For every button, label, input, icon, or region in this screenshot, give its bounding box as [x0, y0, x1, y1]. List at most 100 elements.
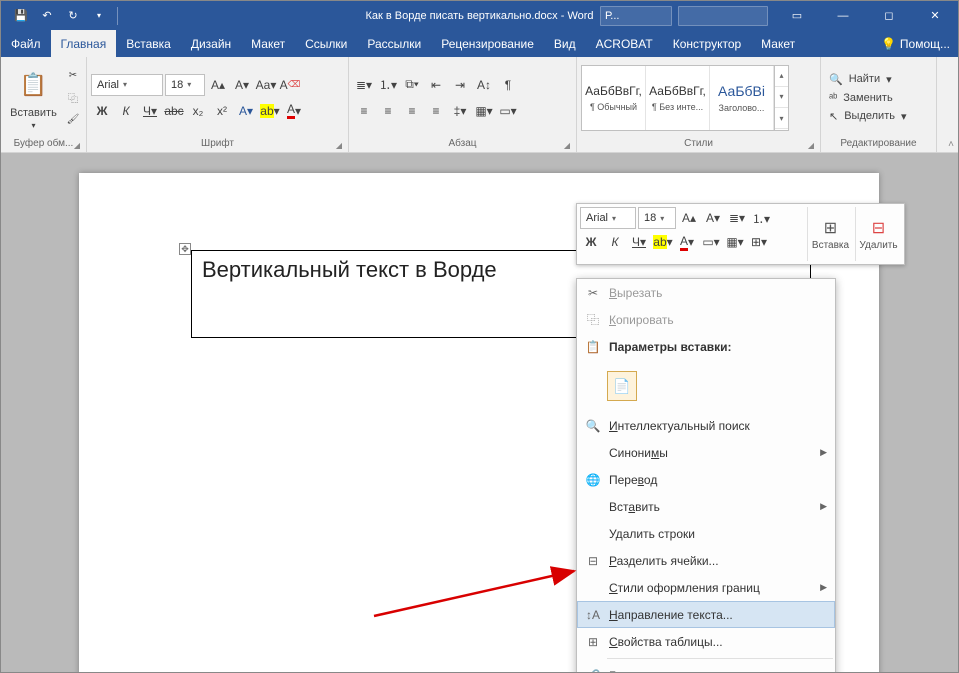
tab-design[interactable]: Дизайн	[181, 30, 241, 57]
tab-constructor[interactable]: Конструктор	[663, 30, 751, 57]
paragraph-launcher-icon[interactable]: ◢	[564, 141, 570, 150]
cut-icon[interactable]: ✂	[64, 67, 82, 85]
decrease-indent-icon[interactable]: ⇤	[425, 74, 447, 96]
show-marks-icon[interactable]: ¶	[497, 74, 519, 96]
ctx-split-cells[interactable]: ⊟ Разделить ячейки...	[577, 547, 835, 574]
ctx-copy[interactable]: ⿻ Копировать	[577, 306, 835, 333]
style-heading[interactable]: АаБбВі Заголово...	[710, 66, 774, 130]
mini-underline-icon[interactable]: Ч▾	[628, 231, 650, 253]
ctx-delete-rows[interactable]: Удалить строки	[577, 520, 835, 547]
mini-italic-button[interactable]: К	[604, 231, 626, 253]
account-pill-2[interactable]	[678, 6, 768, 26]
format-painter-icon[interactable]: 🖌	[64, 111, 82, 129]
ribbon-options-icon[interactable]: ▭	[774, 1, 820, 30]
tab-layout-2[interactable]: Макет	[751, 30, 805, 57]
ctx-smart-lookup[interactable]: 🔍 Интеллектуальный поиск	[577, 412, 835, 439]
style-normal[interactable]: АаБбВвГг, ¶ Обычный	[582, 66, 646, 130]
paste-button[interactable]: 📋 Вставить ▾	[5, 65, 62, 130]
grow-font-icon[interactable]: A▴	[207, 74, 229, 96]
font-launcher-icon[interactable]: ◢	[336, 141, 342, 150]
document-page[interactable]: ✥ Вертикальный текст в Ворде Arial▾ 18▾ …	[79, 173, 879, 672]
replace-button[interactable]: ᵃᵇЗаменить	[827, 90, 909, 106]
account-pill[interactable]: Р...	[600, 6, 672, 26]
tab-file[interactable]: Файл	[1, 30, 51, 57]
multilevel-icon[interactable]: ⧉▾	[401, 74, 423, 96]
justify-icon[interactable]: ≡	[425, 100, 447, 122]
styles-down-icon[interactable]: ▾	[775, 87, 788, 108]
ctx-border-styles[interactable]: Стили оформления границ ▶	[577, 574, 835, 601]
tab-review[interactable]: Рецензирование	[431, 30, 544, 57]
styles-up-icon[interactable]: ▴	[775, 66, 788, 87]
font-name-combo[interactable]: Arial▾	[91, 74, 163, 96]
mini-font-color-icon[interactable]: A▾	[676, 231, 698, 253]
tab-layout[interactable]: Макет	[241, 30, 295, 57]
mini-bold-button[interactable]: Ж	[580, 231, 602, 253]
mini-numbering-icon[interactable]: ⒈▾	[750, 207, 772, 229]
italic-button[interactable]: К	[115, 100, 137, 122]
styles-launcher-icon[interactable]: ◢	[808, 141, 814, 150]
mini-grow-font-icon[interactable]: A▴	[678, 207, 700, 229]
tab-view[interactable]: Вид	[544, 30, 586, 57]
clipboard-launcher-icon[interactable]: ◢	[74, 141, 80, 150]
increase-indent-icon[interactable]: ⇥	[449, 74, 471, 96]
qat-customize-icon[interactable]: ▾	[87, 4, 111, 28]
document-area[interactable]: ✥ Вертикальный текст в Ворде Arial▾ 18▾ …	[1, 153, 958, 672]
styles-more-icon[interactable]: ▾	[775, 108, 788, 129]
align-right-icon[interactable]: ≡	[401, 100, 423, 122]
mini-insert-button[interactable]: ⊞ Вставка	[807, 207, 853, 261]
tab-references[interactable]: Ссылки	[295, 30, 357, 57]
tab-insert[interactable]: Вставка	[116, 30, 181, 57]
font-size-combo[interactable]: 18▾	[165, 74, 205, 96]
mini-borders-icon[interactable]: ▭▾	[700, 231, 722, 253]
mini-size-combo[interactable]: 18▾	[638, 207, 676, 229]
redo-icon[interactable]: ↻	[61, 4, 85, 28]
font-color-icon[interactable]: A▾	[283, 100, 305, 122]
tab-acrobat[interactable]: ACROBAT	[586, 30, 663, 57]
align-center-icon[interactable]: ≡	[377, 100, 399, 122]
numbering-icon[interactable]: ⒈▾	[377, 74, 399, 96]
paste-keep-source-icon[interactable]: 📄	[607, 371, 637, 401]
undo-icon[interactable]: ↶	[35, 4, 59, 28]
text-effects-icon[interactable]: A▾	[235, 100, 257, 122]
mini-bullets-icon[interactable]: ≣▾	[726, 207, 748, 229]
maximize-icon[interactable]: ◻	[866, 1, 912, 30]
ctx-insert[interactable]: Вставить ▶	[577, 493, 835, 520]
ctx-text-direction[interactable]: ↕A Направление текста...	[577, 601, 835, 628]
mini-delete-button[interactable]: ⊟ Удалить	[855, 207, 901, 261]
ctx-cut[interactable]: ✂ Вырезать	[577, 279, 835, 306]
tab-mailings[interactable]: Рассылки	[357, 30, 431, 57]
mini-highlight-icon[interactable]: ab▾	[652, 231, 674, 253]
borders-icon[interactable]: ▭▾	[497, 100, 519, 122]
style-no-spacing[interactable]: АаБбВвГг, ¶ Без инте...	[646, 66, 710, 130]
clear-formatting-icon[interactable]: A⌫	[279, 74, 301, 96]
shading-icon[interactable]: ▦▾	[473, 100, 495, 122]
copy-icon[interactable]: ⿻	[64, 89, 82, 107]
tab-home[interactable]: Главная	[51, 30, 117, 57]
select-button[interactable]: ↖Выделить ▾	[827, 108, 909, 125]
close-icon[interactable]: ✕	[912, 1, 958, 30]
sort-icon[interactable]: A↕	[473, 74, 495, 96]
strikethrough-button[interactable]: abc	[163, 100, 185, 122]
ctx-synonyms[interactable]: Синонимы ▶	[577, 439, 835, 466]
mini-shading-icon[interactable]: ▦▾	[724, 231, 746, 253]
shrink-font-icon[interactable]: A▾	[231, 74, 253, 96]
mini-shrink-font-icon[interactable]: A▾	[702, 207, 724, 229]
tell-me-field[interactable]: Помощ...	[900, 37, 950, 51]
subscript-button[interactable]: x₂	[187, 100, 209, 122]
underline-button[interactable]: Ч▾	[139, 100, 161, 122]
bold-button[interactable]: Ж	[91, 100, 113, 122]
highlight-icon[interactable]: ab▾	[259, 100, 281, 122]
align-left-icon[interactable]: ≡	[353, 100, 375, 122]
line-spacing-icon[interactable]: ‡▾	[449, 100, 471, 122]
find-button[interactable]: 🔍Найти ▾	[827, 71, 909, 88]
ctx-hyperlink[interactable]: 🔗 Гиперссылка...	[577, 662, 835, 672]
collapse-ribbon-icon[interactable]: ˄	[948, 139, 954, 150]
mini-align-icon[interactable]: ⊞▾	[748, 231, 770, 253]
ctx-translate[interactable]: 🌐 Перевод	[577, 466, 835, 493]
save-icon[interactable]: 💾	[9, 4, 33, 28]
tell-me-icon[interactable]: 💡	[881, 37, 896, 51]
superscript-button[interactable]: x²	[211, 100, 233, 122]
bullets-icon[interactable]: ≣▾	[353, 74, 375, 96]
change-case-icon[interactable]: Aa▾	[255, 74, 277, 96]
table-move-handle-icon[interactable]: ✥	[179, 243, 191, 255]
